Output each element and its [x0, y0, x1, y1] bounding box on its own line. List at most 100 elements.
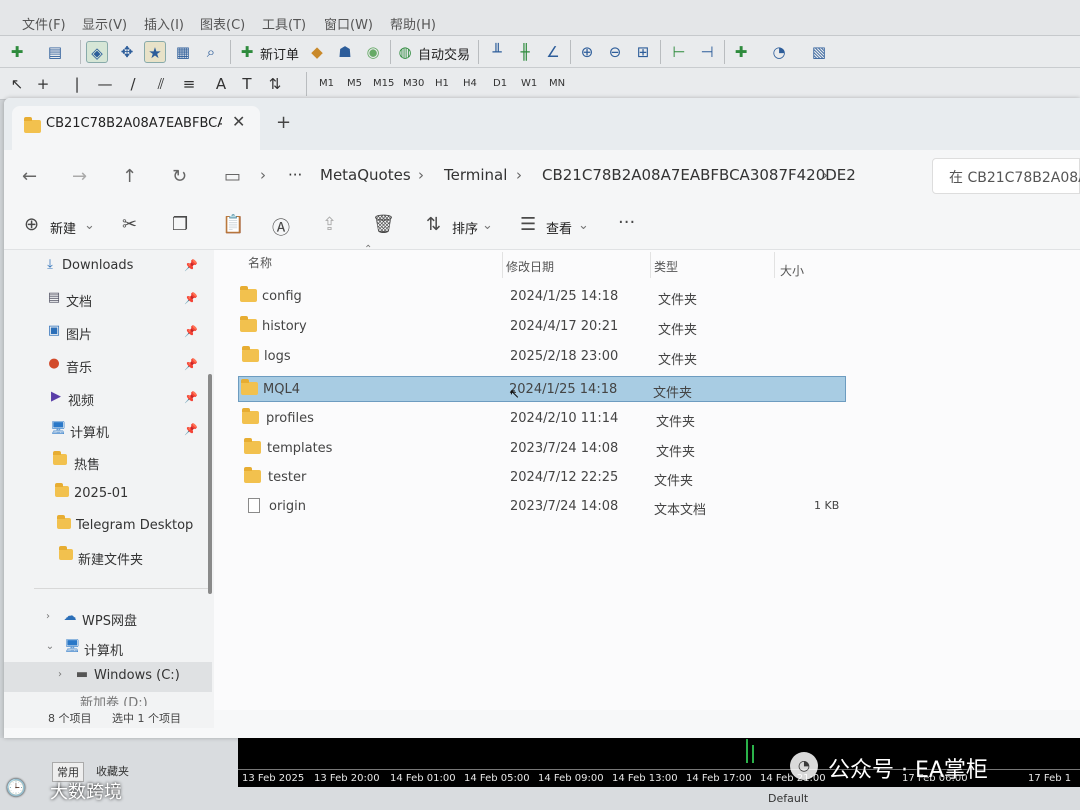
- indicators-icon[interactable]: ✚: [730, 41, 752, 63]
- tree-item-wps-cloud[interactable]: › ☁ WPS网盘: [4, 604, 212, 634]
- equidistant-channel-icon[interactable]: ⫽: [150, 73, 172, 95]
- timeframe-w1[interactable]: W1: [518, 77, 540, 90]
- sidebar-item-music[interactable]: ● 音乐 📌: [4, 351, 212, 381]
- more-options-icon[interactable]: ···: [618, 212, 635, 233]
- pin-icon[interactable]: 📌: [184, 325, 198, 338]
- column-name[interactable]: 名称: [248, 254, 272, 271]
- pin-icon[interactable]: 📌: [184, 391, 198, 404]
- sidebar-item-folder[interactable]: 2025-01: [4, 480, 212, 510]
- trendline-icon[interactable]: /: [122, 73, 144, 95]
- chevron-down-icon[interactable]: ⌄: [578, 218, 589, 233]
- pin-icon[interactable]: 📌: [184, 423, 198, 436]
- column-date-modified[interactable]: 修改日期: [506, 258, 554, 275]
- tester-icon[interactable]: ⌕: [200, 41, 222, 63]
- favorites-icon[interactable]: ★: [144, 41, 166, 63]
- pin-icon[interactable]: 📌: [184, 259, 198, 272]
- breadcrumb-current-folder[interactable]: CB21C78B2A08A7EABFBCA3087F420DE2: [542, 166, 856, 184]
- crosshair-icon[interactable]: +: [32, 73, 54, 95]
- timeframe-h1[interactable]: H1: [432, 77, 452, 90]
- sidebar-item-computer[interactable]: 🖥 计算机 📌: [4, 416, 212, 446]
- file-row-profiles[interactable]: profiles 2024/2/10 11:14 文件夹: [238, 406, 846, 432]
- timeframe-h4[interactable]: H4: [460, 77, 480, 90]
- file-row-mql4[interactable]: MQL4 2024/1/25 14:18 文件夹 ↖: [238, 376, 846, 402]
- chevron-down-icon[interactable]: ⌄: [482, 218, 493, 233]
- timeframe-mn[interactable]: MN: [546, 77, 568, 90]
- text-label-icon[interactable]: T: [236, 73, 258, 95]
- sidebar-item-videos[interactable]: ▶ 视频 📌: [4, 384, 212, 414]
- menu-help[interactable]: 帮助(H): [390, 14, 436, 33]
- new-order-button[interactable]: 新订单: [260, 44, 299, 63]
- pin-icon[interactable]: 📌: [184, 292, 198, 305]
- timeframe-m15[interactable]: M15: [370, 77, 397, 90]
- market-watch-icon[interactable]: ◈: [86, 41, 108, 63]
- file-row-origin[interactable]: origin 2023/7/24 14:08 文本文档 1 KB: [238, 494, 846, 520]
- copy-icon[interactable]: ❐: [172, 214, 188, 235]
- new-button[interactable]: 新建: [50, 218, 76, 237]
- file-row-history[interactable]: history 2024/4/17 20:21 文件夹: [238, 314, 846, 340]
- column-type[interactable]: 类型: [654, 258, 678, 275]
- templates-icon[interactable]: ▧: [808, 41, 830, 63]
- search-input[interactable]: 在 CB21C78B2A08A7: [932, 158, 1080, 194]
- paste-icon[interactable]: 📋: [222, 214, 244, 235]
- timeframe-d1[interactable]: D1: [490, 77, 510, 90]
- view-button[interactable]: 查看: [546, 218, 572, 237]
- breadcrumb-chevron-icon[interactable]: ›: [822, 166, 828, 184]
- text-icon[interactable]: A: [210, 73, 232, 95]
- file-row-templates[interactable]: templates 2023/7/24 14:08 文件夹: [238, 436, 846, 462]
- rename-icon[interactable]: Ⓐ: [272, 214, 290, 240]
- sort-button[interactable]: 排序: [452, 218, 478, 237]
- autoscroll-icon[interactable]: ⊣: [696, 41, 718, 63]
- chart-shift-icon[interactable]: ⊢: [668, 41, 690, 63]
- sort-icon[interactable]: ⇅: [426, 214, 441, 235]
- delete-icon[interactable]: 🗑: [372, 214, 395, 235]
- column-size[interactable]: 大小: [780, 262, 804, 279]
- pin-icon[interactable]: 📌: [184, 358, 198, 371]
- arrows-icon[interactable]: ⇅: [264, 73, 286, 95]
- sidebar-item-documents[interactable]: ▤ 文档 📌: [4, 285, 212, 315]
- timeframe-m30[interactable]: M30: [400, 77, 427, 90]
- new-icon[interactable]: ⊕: [24, 214, 39, 235]
- autotrading-icon[interactable]: ◍: [394, 41, 416, 63]
- horizontal-line-icon[interactable]: —: [94, 73, 116, 95]
- zoom-out-icon[interactable]: ⊖: [604, 41, 626, 63]
- market-icon[interactable]: ◉: [362, 41, 384, 63]
- chevron-right-icon[interactable]: ›: [52, 668, 68, 682]
- terminal-icon[interactable]: ▦: [172, 41, 194, 63]
- chevron-down-icon[interactable]: ⌄: [84, 218, 95, 233]
- menu-window[interactable]: 窗口(W): [324, 14, 373, 33]
- sidebar-item-folder[interactable]: 热售: [4, 448, 212, 478]
- chevron-down-icon[interactable]: ⌄: [42, 640, 58, 654]
- line-chart-icon[interactable]: ∠: [542, 41, 564, 63]
- sidebar-scrollbar[interactable]: [208, 374, 212, 594]
- file-row-tester[interactable]: tester 2024/7/12 22:25 文件夹: [238, 465, 846, 491]
- tab-current[interactable]: CB21C78B2A08A7EABFBCA308 ✕: [12, 106, 260, 150]
- close-tab-icon[interactable]: ✕: [232, 112, 245, 131]
- candlestick-icon[interactable]: ╫: [514, 41, 536, 63]
- sidebar-item-folder[interactable]: 新建文件夹: [4, 543, 212, 573]
- menu-insert[interactable]: 插入(I): [144, 14, 184, 33]
- new-chart-icon[interactable]: ✚: [6, 41, 28, 63]
- menu-view[interactable]: 显示(V): [82, 14, 127, 33]
- sidebar-item-pictures[interactable]: ▣ 图片 📌: [4, 318, 212, 348]
- cut-icon[interactable]: ✂: [122, 214, 137, 235]
- share-icon[interactable]: ⇪: [322, 214, 337, 235]
- crosshair-navigator-icon[interactable]: ✥: [116, 41, 138, 63]
- tile-windows-icon[interactable]: ⊞: [632, 41, 654, 63]
- tree-item-computer[interactable]: ⌄ 🖥 计算机: [4, 634, 212, 664]
- view-icon[interactable]: ☰: [520, 214, 536, 235]
- up-icon[interactable]: ↑: [122, 166, 137, 187]
- breadcrumb-terminal[interactable]: Terminal: [444, 166, 507, 184]
- cursor-icon[interactable]: ↖: [6, 73, 28, 95]
- autotrading-button[interactable]: 自动交易: [418, 44, 470, 63]
- bar-chart-icon[interactable]: ╨: [486, 41, 508, 63]
- breadcrumb-more-icon[interactable]: ···: [288, 166, 302, 184]
- zoom-in-icon[interactable]: ⊕: [576, 41, 598, 63]
- chevron-right-icon[interactable]: ›: [40, 610, 56, 624]
- menu-file[interactable]: 文件(F): [22, 14, 66, 33]
- tree-item-windows-c[interactable]: › ▬ Windows (C:): [4, 662, 212, 692]
- menu-chart[interactable]: 图表(C): [200, 14, 245, 33]
- back-icon[interactable]: ←: [22, 166, 37, 187]
- sidebar-item-downloads[interactable]: ⤓ Downloads 📌: [4, 252, 212, 282]
- breadcrumb-metaquotes[interactable]: MetaQuotes: [320, 166, 411, 184]
- timeframe-m1[interactable]: M1: [316, 77, 337, 90]
